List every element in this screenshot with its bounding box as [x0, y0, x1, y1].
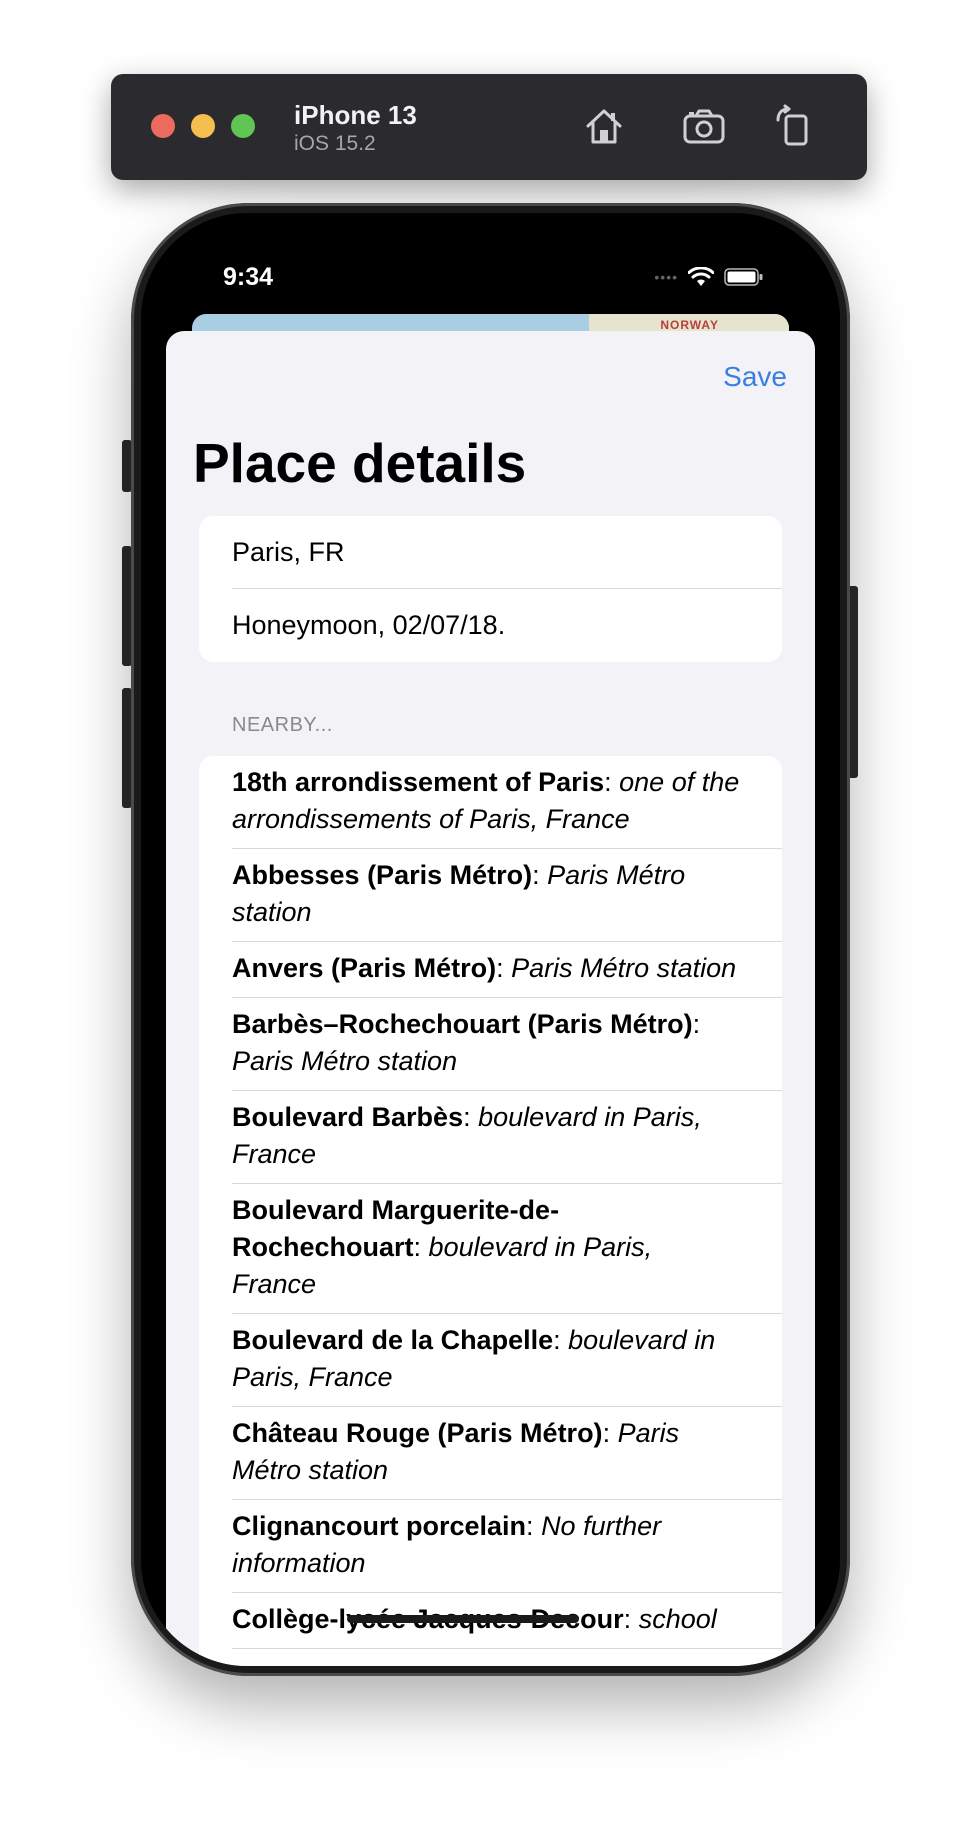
nearby-section-header: NEARBY... — [232, 714, 333, 736]
save-button[interactable]: Save — [723, 361, 787, 393]
nearby-list: 18th arrondissement of Paris: one of the… — [199, 756, 782, 1666]
phone-screen: 9:34 •••• NORWAY Save Place details Pari… — [141, 213, 840, 1666]
nearby-description: Paris Métro station — [232, 1046, 458, 1076]
list-item[interactable]: Boulevard Marguerite-de-Rochechouart: bo… — [232, 1184, 782, 1314]
nearby-name: Abbesses (Paris Métro) — [232, 860, 533, 890]
signal-icon: •••• — [654, 269, 678, 285]
list-item[interactable]: Château Rouge (Paris Métro): Paris Métro… — [232, 1407, 782, 1500]
place-note-field[interactable]: Honeymoon, 02/07/18. — [232, 589, 782, 661]
list-item[interactable]: Barbès–Rochechouart (Paris Métro): Paris… — [232, 998, 782, 1091]
nearby-name: Boulevard Barbès — [232, 1102, 464, 1132]
wifi-icon — [688, 267, 714, 286]
rotate-icon — [776, 104, 808, 146]
nearby-name: Barbès–Rochechouart (Paris Métro) — [232, 1009, 693, 1039]
simulator-title-bar — [111, 74, 867, 180]
place-info-group: Paris, FR Honeymoon, 02/07/18. — [199, 516, 782, 662]
list-item[interactable]: Anvers (Paris Métro): Paris Métro statio… — [232, 942, 782, 998]
list-item[interactable]: 18th arrondissement of Paris: one of the… — [232, 756, 782, 849]
screenshot-button[interactable] — [682, 104, 726, 148]
nearby-name: 18th arrondissement of Paris — [232, 767, 605, 797]
map-label: NORWAY — [660, 318, 719, 332]
nearby-name: Boulevard de la Chapelle — [232, 1325, 554, 1355]
nearby-description: school — [638, 1604, 717, 1634]
list-item[interactable]: Boulevard Barbès: boulevard in Paris, Fr… — [232, 1091, 782, 1184]
close-window-button[interactable] — [151, 114, 175, 138]
home-icon — [586, 109, 622, 144]
nearby-description: Paris Métro station — [511, 953, 737, 983]
home-indicator[interactable] — [347, 1615, 579, 1623]
os-version: iOS 15.2 — [294, 132, 376, 155]
list-item[interactable]: Abbesses (Paris Métro): Paris Métro stat… — [232, 849, 782, 942]
list-item[interactable]: Boulevard de la Chapelle: boulevard in P… — [232, 1314, 782, 1407]
nearby-name: Anvers (Paris Métro) — [232, 953, 497, 983]
place-details-sheet: Save Place details Paris, FR Honeymoon, … — [166, 331, 815, 1666]
device-name: iPhone 13 — [294, 100, 417, 130]
screenshot-icon — [683, 109, 725, 144]
minimize-window-button[interactable] — [191, 114, 215, 138]
rotate-button[interactable] — [772, 104, 816, 148]
status-time: 9:34 — [223, 263, 274, 291]
nearby-name: Château Rouge (Paris Métro) — [232, 1418, 603, 1448]
list-item[interactable]: Clignancourt porcelain: No further infor… — [232, 1500, 782, 1593]
home-button[interactable] — [582, 104, 626, 148]
zoom-window-button[interactable] — [231, 114, 255, 138]
battery-icon — [724, 268, 763, 286]
place-name-field[interactable]: Paris, FR — [232, 516, 782, 589]
nearby-name: Clignancourt porcelain — [232, 1511, 527, 1541]
status-icons: •••• — [654, 265, 764, 289]
page-title: Place details — [193, 432, 527, 494]
